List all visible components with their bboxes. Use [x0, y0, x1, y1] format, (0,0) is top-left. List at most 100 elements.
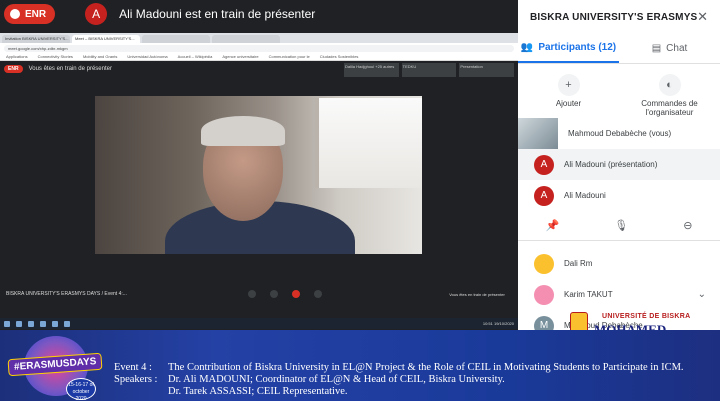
bookmark: Ciudades Sostenibles — [319, 54, 359, 59]
browser-tabs: Invitation BISKRA UNIVERSITY'S... Meet –… — [0, 33, 518, 43]
speaker-2: Dr. Tarek ASSASSI; CEIL Representative. — [168, 386, 348, 397]
participant-row[interactable]: Karim TAKUT ⌄ — [518, 279, 720, 310]
remove-icon[interactable]: ⊖ — [683, 219, 692, 232]
host-controls-label: Commandes de l'organisateur — [641, 99, 698, 117]
participant-actions-row: 📌 🎙 ⊖ — [518, 211, 720, 241]
taskbar-app-icon — [64, 320, 70, 327]
speakers-label: Speakers : — [114, 374, 158, 385]
participant-row[interactable]: A Ali Madouni — [518, 180, 720, 211]
chat-icon: ▤ — [651, 43, 662, 54]
avatar: A — [534, 154, 554, 175]
taskbar-app-icon — [16, 320, 22, 327]
recording-label: ENR — [25, 8, 47, 20]
event-info: Event 4 : The Contribution of Biskra Uni… — [114, 362, 720, 398]
recording-badge: ENR — [4, 4, 56, 24]
tab-chat-label: Chat — [666, 43, 688, 54]
tab-chat[interactable]: ▤ Chat — [619, 34, 720, 63]
university-top-text: UNIVERSITÉ DE BISKRA — [602, 313, 691, 320]
participant-list: Mahmoud Debabèche (vous) A Ali Madouni (… — [518, 118, 720, 241]
inner-rec-badge: ENR — [4, 65, 23, 73]
taskbar-app-icon — [40, 320, 46, 327]
avatar: A — [534, 185, 554, 206]
toggle-icon: ◐ — [658, 74, 681, 96]
taskbar-app-icon — [52, 320, 58, 327]
inner-controls — [248, 290, 322, 298]
taskbar-clock: 10:51 19/10/2020 — [482, 321, 514, 326]
panel-tabs: 👥 Participants (12) ▤ Chat — [518, 34, 720, 64]
bookmark: Communication pour le — [268, 54, 310, 59]
participant-name: Karim TAKUT — [564, 290, 613, 299]
speakers-row: Speakers : Dr. Ali MADOUNI; Coordinator … — [114, 374, 720, 386]
pin-icon[interactable]: 📌 — [546, 219, 560, 232]
inner-tile: Presentation — [459, 63, 515, 77]
close-icon[interactable]: ✕ — [697, 9, 708, 25]
add-label: Ajouter — [555, 99, 582, 108]
add-person-icon: + — [557, 74, 580, 96]
host-controls-button[interactable]: ◐ Commandes de l'organisateur — [619, 64, 720, 118]
inner-tiles: Dalila Hadjghoul +25 autres TEDKU Presen… — [344, 63, 515, 77]
browser-tab: Invitation BISKRA UNIVERSITY'S... — [2, 35, 70, 43]
participant-row[interactable]: A Ali Madouni (présentation) — [518, 149, 720, 180]
panel-actions: + Ajouter ◐ Commandes de l'organisateur — [518, 64, 720, 118]
presenter-avatar: A — [85, 3, 108, 25]
participant-photo — [518, 118, 558, 149]
participant-row[interactable]: Dali Rm — [518, 248, 720, 279]
bookmark: Universidad Autónoma — [127, 54, 168, 59]
participant-name: Ali Madouni (présentation) — [564, 160, 658, 169]
inner-presenting-text: Vous êtes en train de présenter — [28, 66, 112, 72]
avatar — [534, 284, 554, 305]
mic-icon[interactable]: 🎙 — [614, 219, 628, 232]
speaker-hair — [201, 116, 285, 146]
hangup-icon — [292, 290, 300, 298]
meet-window: ENR A Ali Madouni est en train de présen… — [0, 0, 720, 401]
participant-name: Dali Rm — [564, 259, 593, 268]
presenter-status: Ali Madouni est en train de présenter — [119, 7, 316, 21]
mic-icon — [270, 290, 278, 298]
address-bar: meet.google.com/xhp-zdbr-mkgm — [0, 43, 518, 53]
browser-tab — [142, 35, 210, 43]
video-window — [315, 98, 422, 188]
participant-name: Mahmoud Debabèche (vous) — [568, 129, 672, 138]
people-icon: 👥 — [520, 42, 534, 53]
meeting-stage: ENR A Ali Madouni est en train de présen… — [0, 0, 518, 330]
camera-icon — [314, 290, 322, 298]
erasmusdays-logo: #ERASMUSDAYS 15-16-17 of october 2020 — [4, 334, 110, 401]
participant-name: Ali Madouni — [564, 191, 606, 200]
windows-icon — [4, 320, 10, 327]
bookmark: Accueil – Wikipédia — [177, 54, 213, 59]
event-row: Event 4 : The Contribution of Biskra Uni… — [114, 362, 720, 374]
inner-controls-bar: BISKRA UNIVERSITY'S ERASMYS DAYS / Event… — [0, 287, 518, 301]
bookmark: Connectivity Stories — [37, 54, 73, 59]
speaker-video — [95, 96, 422, 254]
chevron-down-icon[interactable]: ⌄ — [698, 289, 706, 300]
panel-header: BISKRA UNIVERSITY'S ERASMYS D... ✕ — [518, 0, 720, 34]
event-title: The Contribution of Biskra University in… — [168, 362, 684, 373]
bookmark: Applications — [6, 54, 28, 59]
event-label: Event 4 : — [114, 362, 152, 373]
logo-date: 15-16-17 of october 2020 — [66, 378, 96, 401]
participant-row[interactable]: Mahmoud Debabèche (vous) — [518, 118, 720, 149]
top-bar: ENR A Ali Madouni est en train de présen… — [0, 0, 518, 28]
inner-tile: TEDKU — [401, 63, 457, 77]
inner-meeting-title: BISKRA UNIVERSITY'S ERASMYS DAYS / Event… — [6, 291, 127, 297]
browser-tab: Meet – BISKRA UNIVERSITY'S... — [72, 35, 140, 43]
inner-tile: Dalila Hadjghoul +25 autres — [344, 63, 399, 77]
hand-icon — [248, 290, 256, 298]
record-dot-icon — [10, 9, 20, 19]
bookmarks-bar: Applications Connectivity Stories Mobili… — [0, 53, 518, 61]
inner-presenting-label: Vous êtes en train de présenter — [449, 291, 505, 297]
tab-participants[interactable]: 👥 Participants (12) — [518, 34, 619, 63]
windows-taskbar: 10:51 19/10/2020 — [0, 318, 518, 329]
add-people-button[interactable]: + Ajouter — [518, 64, 619, 118]
taskbar-app-icon — [28, 320, 34, 327]
meeting-title: BISKRA UNIVERSITY'S ERASMYS D... — [530, 11, 698, 23]
browser-tab — [212, 35, 280, 43]
url-text: meet.google.com/xhp-zdbr-mkgm — [4, 44, 514, 52]
speaker-2-row: Dr. Tarek ASSASSI; CEIL Representative. — [114, 386, 720, 398]
avatar — [534, 253, 554, 274]
bookmark: Mobility and Grants — [82, 54, 118, 59]
bookmark: Agence universitaire — [222, 54, 259, 59]
tab-participants-label: Participants (12) — [538, 42, 617, 53]
logo-text: #ERASMUSDAYS — [7, 352, 103, 377]
speaker-1: Dr. Ali MADOUNI; Coordinator of EL@N & H… — [168, 374, 505, 385]
